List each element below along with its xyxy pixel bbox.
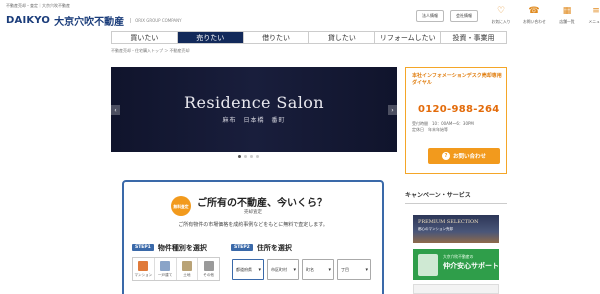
banner1-sub: 都心のマンション売却 [418,227,453,231]
premium-selection-banner[interactable]: PREMIUM SELECTION 都心のマンション売却 [413,215,499,243]
logo-name: 大京穴吹不動産 [54,17,125,28]
corporate-info-button[interactable]: 法人情報 [416,10,444,22]
address-select[interactable]: 市区町村 ▾ [267,259,299,280]
gnav-item[interactable]: 借りたい [242,32,309,43]
building-icon [160,260,171,271]
menu-link[interactable]: ≡ メニュー [585,6,600,25]
contact-title: 本社インフォメーションデスク売却専用ダイヤル [412,73,502,86]
phone-icon: ☎ [528,6,540,16]
chevron-down-icon: ▾ [365,267,368,273]
property-type-label: その他 [203,272,215,277]
form-subtitle: 売却査定 [244,210,262,215]
favorite-icon: ♡ [496,6,506,16]
property-type-label: 土地 [183,272,191,277]
contact-phone[interactable]: 0120-988-264 [418,104,499,115]
store-link[interactable]: ▦ 店舗一覧 [556,6,578,25]
building-icon [138,260,149,271]
property-type-selector: マンション 一戸建て 土地 その他 [132,257,220,281]
header-icon-label: お問い合わせ [523,19,546,24]
slider-dot[interactable] [250,155,253,158]
logo-sub: ORIX GROUP COMPANY [130,18,182,23]
slider-dots [238,155,259,158]
header-icon-label: メニュー [588,19,600,24]
slider-dot[interactable] [244,155,247,158]
step2-heading: STEP2 住所を選択 [231,243,292,252]
chevron-down-icon: ▾ [258,267,261,273]
inquiry-button-label: お問い合わせ [452,154,486,160]
campaign-heading: キャンペーン・サービス [405,190,507,204]
question-icon: ? [441,152,450,160]
hero-title: Residence Salon [184,93,324,112]
property-type-label: マンション [134,272,153,277]
hero-slider[interactable]: Residence Salon 麻布 日本橋 番町 ‹ › [111,67,397,152]
header-icon-label: 店舗一覧 [559,19,575,24]
banner2-small: 大京穴吹不動産の [443,254,474,259]
menu-icon: ≡ [592,6,600,16]
chevron-down-icon: ▾ [328,267,331,273]
contact-holiday-text: 定休日 年末年始等 [412,127,448,132]
gnav-item[interactable]: 投資・事業用 [440,32,507,43]
store-icon: ▦ [562,6,572,16]
slider-next-button[interactable]: › [388,105,397,115]
favorite-link[interactable]: ♡ お気に入り [490,6,512,25]
chevron-down-icon: ▾ [293,267,296,273]
slider-dot[interactable] [238,155,241,158]
address-select[interactable]: 町名 ▾ [302,259,334,280]
staff-photo [418,254,438,276]
step1-tag: STEP1 [132,244,154,251]
building-icon [203,260,214,271]
gnav-item[interactable]: 買いたい [111,32,177,43]
inquiry-button[interactable]: ? お問い合わせ [428,148,500,164]
breadcrumb: 不動産売却・住宅購入トップ ＞ 不動産売却 [111,48,190,53]
assessment-form: 無料査定 ご所有の不動産、今いくら？ 売却査定 ご所有物件の市場価格を成約事例な… [122,180,384,294]
step2-tag: STEP2 [231,244,253,251]
address-select[interactable]: 丁目 ▾ [337,259,371,280]
form-description: ご所有物件の市場価格を成約事例などをもとに無料で査定します。 [178,222,328,228]
gnav-item[interactable]: 売りたい [176,32,243,43]
address-select-value: 市区町村 [271,266,287,272]
logo-mark: DAIKYO [6,15,51,26]
banner1-title: PREMIUM SELECTION [418,219,479,225]
address-select-value: 都道府県 [236,266,252,272]
gnav-item[interactable]: 貸したい [308,32,374,43]
phone-link[interactable]: ☎ お問い合わせ [523,6,546,25]
company-info-button[interactable]: 会社情報 [450,10,478,22]
hero-subtitle: 麻布 日本橋 番町 [222,117,286,124]
address-select-value: 丁目 [341,266,349,272]
site-logo[interactable]: DAIKYO 大京穴吹不動産 ORIX GROUP COMPANY [6,13,182,28]
gnav-item[interactable]: リフォームしたい [374,32,440,43]
step2-label: 住所を選択 [256,243,292,252]
step1-label: 物件種別を選択 [157,243,207,252]
property-type-option[interactable]: マンション [133,258,155,280]
property-type-option[interactable]: 土地 [177,258,199,280]
address-select[interactable]: 都道府県 ▾ [232,259,264,280]
contact-box: 本社インフォメーションデスク売却専用ダイヤル 0120-988-264 受付時間… [405,67,507,174]
slider-prev-button[interactable]: ‹ [111,105,120,115]
slider-dot[interactable] [256,155,259,158]
address-select-value: 町名 [306,266,314,272]
property-type-label: 一戸建て [157,272,173,277]
contact-hours: 受付時間 10：00AM〜6：30PM 定休日 年末年始等 [412,121,474,133]
building-icon [181,260,192,271]
step1-heading: STEP1 物件種別を選択 [132,243,207,252]
form-title: ご所有の不動産、今いくら？ [197,198,327,209]
header-icon-label: お気に入り [491,19,511,24]
support-banner[interactable]: 大京穴吹不動産の 仲介安心サポート [413,249,499,280]
campaign-banner[interactable] [413,284,499,294]
property-type-option[interactable]: その他 [198,258,219,280]
global-nav: 買いたい 売りたい 借りたい 貸したい リフォームしたい 投資・事業用 [111,31,507,44]
property-type-option[interactable]: 一戸建て [155,258,177,280]
header-topline: 不動産売却・査定｜大京穴吹不動産 [6,3,70,8]
banner2-main: 仲介安心サポート [443,262,499,270]
